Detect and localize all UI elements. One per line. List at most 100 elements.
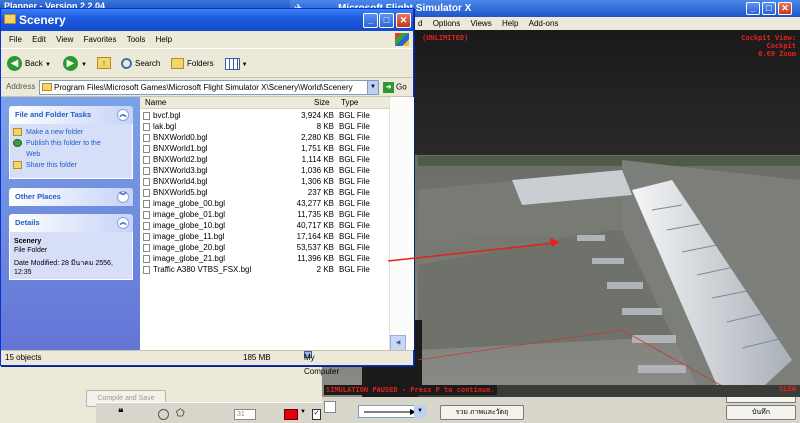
- fsx-menu-addons[interactable]: Add-ons: [529, 19, 559, 28]
- file-row[interactable]: bvcf.bgl 3,924 KB BGL File: [140, 110, 389, 121]
- details-body: Scenery File Folder Date Modified: 28 มี…: [9, 232, 133, 280]
- up-folder-button[interactable]: ↑: [97, 56, 111, 72]
- file-name: lak.bgl: [153, 122, 177, 131]
- status-total-size: 185 MB: [243, 353, 271, 362]
- file-row[interactable]: image_globe_11.bgl 17,164 KB BGL File: [140, 231, 389, 242]
- details-modified: Date Modified: 28 มีนาคม 2556,: [14, 260, 113, 267]
- menu-favorites[interactable]: Favorites: [84, 35, 117, 44]
- explorer-maximize-button[interactable]: □: [379, 13, 394, 28]
- file-type: BGL File: [339, 177, 370, 186]
- go-button[interactable]: ➜ Go: [383, 82, 407, 93]
- publish-folder-label: Publish this folder to the: [26, 140, 101, 147]
- hud-view-info: Cockpit View: Cockpit 0.69 Zoom: [741, 34, 796, 58]
- file-size: 11,396 KB: [297, 254, 334, 263]
- address-dropdown-icon[interactable]: ▼: [367, 81, 378, 94]
- file-row[interactable]: BNXWorld0.bgl 2,280 KB BGL File: [140, 132, 389, 143]
- menu-tools[interactable]: Tools: [127, 35, 146, 44]
- menu-view[interactable]: View: [56, 35, 73, 44]
- menu-file[interactable]: File: [9, 35, 22, 44]
- back-label: Back: [25, 59, 43, 68]
- file-name: image_globe_20.bgl: [153, 243, 226, 252]
- file-row[interactable]: BNXWorld3.bgl 1,036 KB BGL File: [140, 165, 389, 176]
- bgl-file-icon: [143, 255, 150, 263]
- fsx-menu-options[interactable]: Options: [433, 19, 461, 28]
- checkbox[interactable]: ✓: [312, 409, 321, 420]
- explorer-window: Scenery _ □ ✕ File Edit View Favorites T…: [0, 8, 414, 376]
- search-icon: [121, 58, 132, 70]
- details-name: Scenery: [14, 238, 42, 245]
- file-row[interactable]: BNXWorld1.bgl 1,751 KB BGL File: [140, 143, 389, 154]
- share-folder-link[interactable]: Share this folder: [10, 160, 132, 171]
- address-path: Program Files\Microsoft Games\Microsoft …: [54, 83, 353, 92]
- color-dropdown-arrow-icon[interactable]: ▼: [300, 409, 308, 420]
- line-style-dropdown-icon[interactable]: ▼: [414, 405, 426, 418]
- fsx-minimize-button[interactable]: _: [746, 2, 760, 15]
- folder-icon: [4, 14, 16, 24]
- file-row[interactable]: image_globe_10.bgl 40,717 KB BGL File: [140, 220, 389, 231]
- slew-indicator: SLEW: [779, 385, 796, 393]
- address-folder-icon: [42, 83, 52, 91]
- file-row[interactable]: BNXWorld5.bgl 237 KB BGL File: [140, 187, 389, 198]
- quote-icon[interactable]: ❝: [118, 408, 123, 419]
- menu-help[interactable]: Help: [156, 35, 172, 44]
- file-row[interactable]: image_globe_21.bgl 11,396 KB BGL File: [140, 253, 389, 264]
- file-folder-tasks-header[interactable]: File and Folder Tasks ︽: [9, 106, 133, 124]
- file-row[interactable]: image_globe_00.bgl 43,277 KB BGL File: [140, 198, 389, 209]
- file-row[interactable]: Traffic A380 VTBS_FSX.bgl 2 KB BGL File: [140, 264, 389, 275]
- file-name: Traffic A380 VTBS_FSX.bgl: [153, 265, 252, 274]
- address-input[interactable]: Program Files\Microsoft Games\Microsoft …: [39, 80, 379, 95]
- publish-folder-link-cont[interactable]: Web: [10, 149, 132, 160]
- column-name[interactable]: Name: [145, 97, 166, 109]
- forward-button[interactable]: ▶ ▼: [63, 56, 87, 72]
- file-type: BGL File: [339, 144, 370, 153]
- file-row[interactable]: lak.bgl 8 KB BGL File: [140, 121, 389, 132]
- vertical-scrollbar[interactable]: ◀: [389, 97, 414, 351]
- search-button[interactable]: Search: [121, 56, 160, 72]
- file-row[interactable]: BNXWorld4.bgl 1,306 KB BGL File: [140, 176, 389, 187]
- file-size: 53,537 KB: [296, 243, 334, 252]
- bgl-file-icon: [143, 211, 150, 219]
- column-size[interactable]: Size: [314, 97, 330, 109]
- fsx-menu-views[interactable]: Views: [471, 19, 492, 28]
- circle-tool-icon[interactable]: [158, 409, 169, 420]
- details-header[interactable]: Details ︽: [9, 214, 133, 232]
- fsx-menu-flight[interactable]: d: [418, 19, 422, 28]
- scroll-up-icon[interactable]: ◀: [390, 335, 406, 351]
- file-row[interactable]: BNXWorld2.bgl 1,114 KB BGL File: [140, 154, 389, 165]
- pentagon-tool-icon[interactable]: ⬠: [176, 409, 185, 420]
- explorer-close-button[interactable]: ✕: [396, 13, 411, 28]
- views-button[interactable]: ▼: [225, 56, 248, 72]
- file-row[interactable]: image_globe_20.bgl 53,537 KB BGL File: [140, 242, 389, 253]
- windows-logo-icon: [395, 33, 409, 46]
- explorer-minimize-button[interactable]: _: [363, 13, 378, 28]
- save-button[interactable]: บันทึก: [726, 405, 796, 420]
- status-field[interactable]: 31: [234, 409, 256, 420]
- details-chevron-icon[interactable]: ︽: [117, 217, 129, 229]
- back-button[interactable]: ◀ Back ▼: [7, 56, 51, 72]
- combine-images-button[interactable]: รวม ภาพและวัตถุ: [440, 405, 524, 420]
- column-type[interactable]: Type: [341, 97, 358, 109]
- file-name: BNXWorld5.bgl: [153, 188, 208, 197]
- forward-arrow-icon: ▶: [63, 56, 78, 72]
- file-name: image_globe_10.bgl: [153, 221, 226, 230]
- publish-folder-link[interactable]: Publish this folder to the: [10, 138, 132, 149]
- other-places-header[interactable]: Other Places ︾: [9, 188, 133, 206]
- file-size: 1,751 KB: [301, 144, 334, 153]
- fsx-menu-help[interactable]: Help: [502, 19, 518, 28]
- small-checkbox[interactable]: [324, 401, 336, 413]
- bgl-file-icon: [143, 123, 150, 131]
- fsx-close-button[interactable]: ✕: [778, 2, 792, 15]
- folders-button[interactable]: Folders: [171, 56, 214, 72]
- fsx-maximize-button[interactable]: □: [762, 2, 776, 15]
- color-swatch-red[interactable]: [284, 409, 298, 420]
- menu-edit[interactable]: Edit: [32, 35, 46, 44]
- file-type: BGL File: [339, 232, 370, 241]
- file-row[interactable]: image_globe_01.bgl 11,735 KB BGL File: [140, 209, 389, 220]
- details-kind: File Folder: [14, 247, 48, 254]
- upper-button-edge[interactable]: [726, 397, 796, 403]
- explorer-title: Scenery: [19, 13, 66, 27]
- expand-chevron-icon[interactable]: ︾: [117, 191, 129, 203]
- make-new-folder-link[interactable]: Make a new folder: [10, 127, 132, 138]
- collapse-chevron-icon[interactable]: ︽: [117, 109, 129, 121]
- file-type: BGL File: [339, 243, 370, 252]
